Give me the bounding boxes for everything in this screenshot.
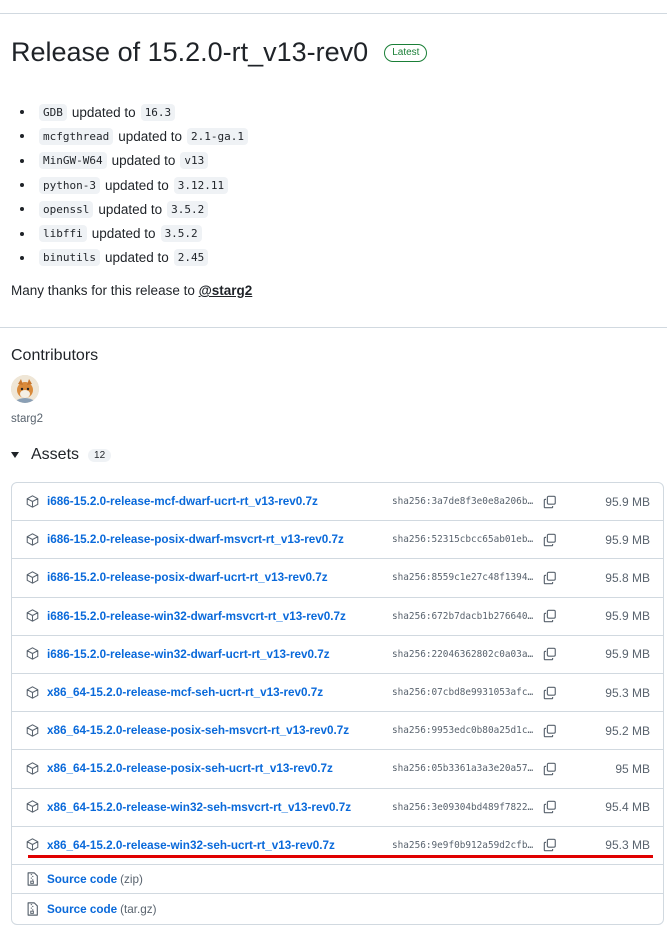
assets-count-badge: 12 bbox=[88, 448, 112, 462]
thanks-line: Many thanks for this release to @starg2 bbox=[11, 283, 253, 298]
asset-row: i686-15.2.0-release-mcf-dwarf-ucrt-rt_v1… bbox=[12, 483, 663, 522]
triangle-down-icon bbox=[11, 452, 19, 458]
bullet bbox=[20, 231, 24, 236]
asset-download-link[interactable]: i686-15.2.0-release-win32-dwarf-msvcrt-r… bbox=[47, 610, 392, 623]
bullet bbox=[20, 110, 24, 115]
asset-download-link[interactable]: i686-15.2.0-release-posix-dwarf-msvcrt-r… bbox=[47, 533, 392, 546]
assets-list: i686-15.2.0-release-mcf-dwarf-ucrt-rt_v1… bbox=[11, 482, 664, 925]
source-code-link[interactable]: Source code (zip) bbox=[47, 873, 143, 886]
package-icon bbox=[26, 724, 40, 738]
source-code-row: Source code (tar.gz) bbox=[12, 894, 663, 924]
asset-size: 95.4 MB bbox=[605, 800, 650, 815]
package-icon bbox=[26, 838, 40, 852]
asset-download-link[interactable]: i686-15.2.0-release-mcf-dwarf-ucrt-rt_v1… bbox=[47, 495, 392, 508]
latest-badge: Latest bbox=[384, 43, 428, 62]
asset-size: 95.9 MB bbox=[605, 647, 650, 662]
asset-sha: sha256:9953edc0b80a25d1c… bbox=[392, 725, 534, 737]
note-item: libffi updated to 3.5.2 bbox=[20, 221, 248, 245]
asset-sha: sha256:3e09304bd489f7822… bbox=[392, 801, 534, 813]
package-icon bbox=[26, 685, 40, 700]
copy-icon[interactable] bbox=[543, 571, 557, 585]
bullet bbox=[20, 255, 24, 260]
asset-row: i686-15.2.0-release-win32-dwarf-msvcrt-r… bbox=[12, 598, 663, 636]
note-item: python-3 updated to 3.12.11 bbox=[20, 173, 248, 197]
copy-icon[interactable] bbox=[543, 647, 557, 661]
asset-size: 95.9 MB bbox=[605, 494, 650, 509]
asset-size: 95.3 MB bbox=[605, 838, 650, 853]
release-header: Release of 15.2.0-rt_v13-rev0 Latest bbox=[11, 37, 428, 68]
note-item: GDB updated to 16.3 bbox=[20, 100, 248, 124]
contributor-name[interactable]: starg2 bbox=[11, 413, 43, 425]
copy-icon[interactable] bbox=[543, 495, 557, 509]
highlight-underline bbox=[28, 855, 653, 858]
asset-download-link[interactable]: x86_64-15.2.0-release-mcf-seh-ucrt-rt_v1… bbox=[47, 686, 392, 699]
copy-icon[interactable] bbox=[543, 609, 557, 623]
asset-sha: sha256:07cbd8e9931053afc… bbox=[392, 687, 534, 699]
note-item: MinGW-W64 updated to v13 bbox=[20, 149, 248, 173]
asset-size: 95.8 MB bbox=[605, 570, 650, 585]
package-icon bbox=[26, 762, 40, 776]
section-divider bbox=[0, 327, 667, 328]
note-item: openssl updated to 3.5.2 bbox=[20, 197, 248, 221]
asset-row: x86_64-15.2.0-release-win32-seh-ucrt-rt_… bbox=[12, 827, 663, 865]
bullet bbox=[20, 183, 24, 188]
asset-sha: sha256:3a7de8f3e0e8a206b… bbox=[392, 496, 534, 508]
asset-download-link[interactable]: i686-15.2.0-release-win32-dwarf-ucrt-rt_… bbox=[47, 648, 392, 661]
asset-row: x86_64-15.2.0-release-posix-seh-msvcrt-r… bbox=[12, 712, 663, 751]
asset-row: i686-15.2.0-release-posix-dwarf-msvcrt-r… bbox=[12, 521, 663, 560]
asset-size: 95.2 MB bbox=[605, 723, 650, 738]
avatar[interactable] bbox=[11, 375, 39, 403]
copy-icon[interactable] bbox=[543, 800, 557, 814]
asset-sha: sha256:52315cbcc65ab01eb… bbox=[392, 534, 534, 546]
avatar-image bbox=[11, 375, 39, 403]
package-icon bbox=[26, 571, 40, 585]
asset-row: i686-15.2.0-release-posix-dwarf-ucrt-rt_… bbox=[12, 559, 663, 598]
copy-icon[interactable] bbox=[543, 533, 557, 547]
asset-size: 95.9 MB bbox=[605, 609, 650, 624]
asset-row: i686-15.2.0-release-win32-dwarf-ucrt-rt_… bbox=[12, 636, 663, 674]
copy-icon[interactable] bbox=[543, 838, 557, 852]
bullet bbox=[20, 207, 24, 212]
asset-size: 95 MB bbox=[615, 761, 650, 776]
release-notes-list: GDB updated to 16.3 mcfgthread updated to 2.… bbox=[20, 100, 249, 270]
asset-download-link[interactable]: i686-15.2.0-release-posix-dwarf-ucrt-rt_… bbox=[47, 571, 392, 584]
package-icon bbox=[26, 609, 40, 623]
bullet bbox=[20, 134, 24, 139]
asset-sha: sha256:672b7dacb1b276640… bbox=[392, 610, 534, 622]
top-divider bbox=[0, 13, 667, 14]
asset-download-link[interactable]: x86_64-15.2.0-release-posix-seh-msvcrt-r… bbox=[47, 724, 392, 737]
asset-row: x86_64-15.2.0-release-win32-seh-msvcrt-r… bbox=[12, 789, 663, 827]
asset-download-link[interactable]: x86_64-15.2.0-release-win32-seh-ucrt-rt_… bbox=[47, 839, 392, 852]
copy-icon[interactable] bbox=[543, 762, 557, 776]
asset-size: 95.3 MB bbox=[605, 685, 650, 700]
asset-sha: sha256:8559c1e27c48f1394… bbox=[392, 572, 534, 584]
package-icon bbox=[26, 494, 40, 509]
file-zip-icon bbox=[26, 902, 40, 916]
asset-sha: sha256:9e9f0b912a59d2cfb… bbox=[392, 839, 534, 851]
file-zip-icon bbox=[26, 872, 40, 886]
contributors-heading: Contributors bbox=[11, 347, 99, 364]
note-item: mcfgthread updated to 2.1-ga.1 bbox=[20, 124, 249, 148]
source-code-row: Source code (zip) bbox=[12, 865, 663, 895]
asset-sha: sha256:05b3361a3a3e20a57… bbox=[392, 763, 534, 775]
package-icon bbox=[26, 647, 40, 661]
asset-row: x86_64-15.2.0-release-mcf-seh-ucrt-rt_v1… bbox=[12, 674, 663, 713]
note-item: binutils updated to 2.45 bbox=[20, 246, 248, 270]
bullet bbox=[20, 158, 24, 163]
copy-icon[interactable] bbox=[543, 724, 557, 738]
asset-size: 95.9 MB bbox=[605, 532, 650, 547]
asset-row: x86_64-15.2.0-release-posix-seh-ucrt-rt_… bbox=[12, 750, 663, 789]
assets-toggle[interactable]: Assets 12 bbox=[11, 446, 112, 464]
asset-download-link[interactable]: x86_64-15.2.0-release-win32-seh-msvcrt-r… bbox=[47, 801, 392, 814]
asset-download-link[interactable]: x86_64-15.2.0-release-posix-seh-ucrt-rt_… bbox=[47, 762, 392, 775]
release-title: Release of 15.2.0-rt_v13-rev0 bbox=[11, 37, 369, 67]
user-mention-link[interactable]: @starg2 bbox=[199, 283, 253, 298]
copy-icon[interactable] bbox=[543, 686, 557, 700]
package-icon bbox=[26, 533, 40, 547]
package-icon bbox=[26, 800, 40, 814]
asset-sha: sha256:22046362802c0a03a… bbox=[392, 648, 534, 660]
source-code-link[interactable]: Source code (tar.gz) bbox=[47, 903, 157, 916]
assets-heading: Assets bbox=[31, 446, 80, 463]
